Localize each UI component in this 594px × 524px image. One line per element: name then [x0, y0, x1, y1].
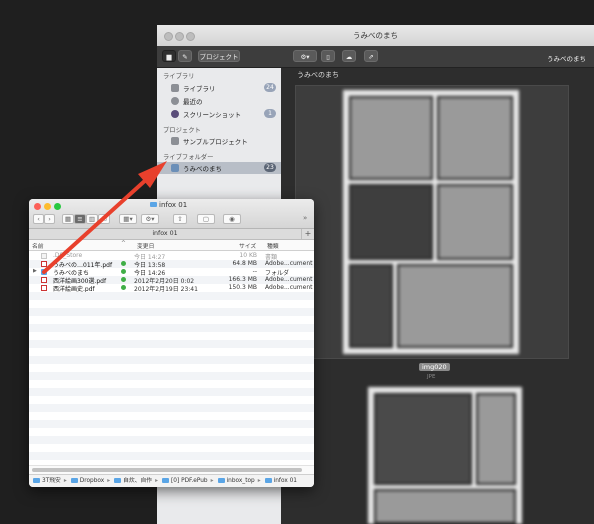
drag-arrow-icon: [42, 161, 167, 274]
